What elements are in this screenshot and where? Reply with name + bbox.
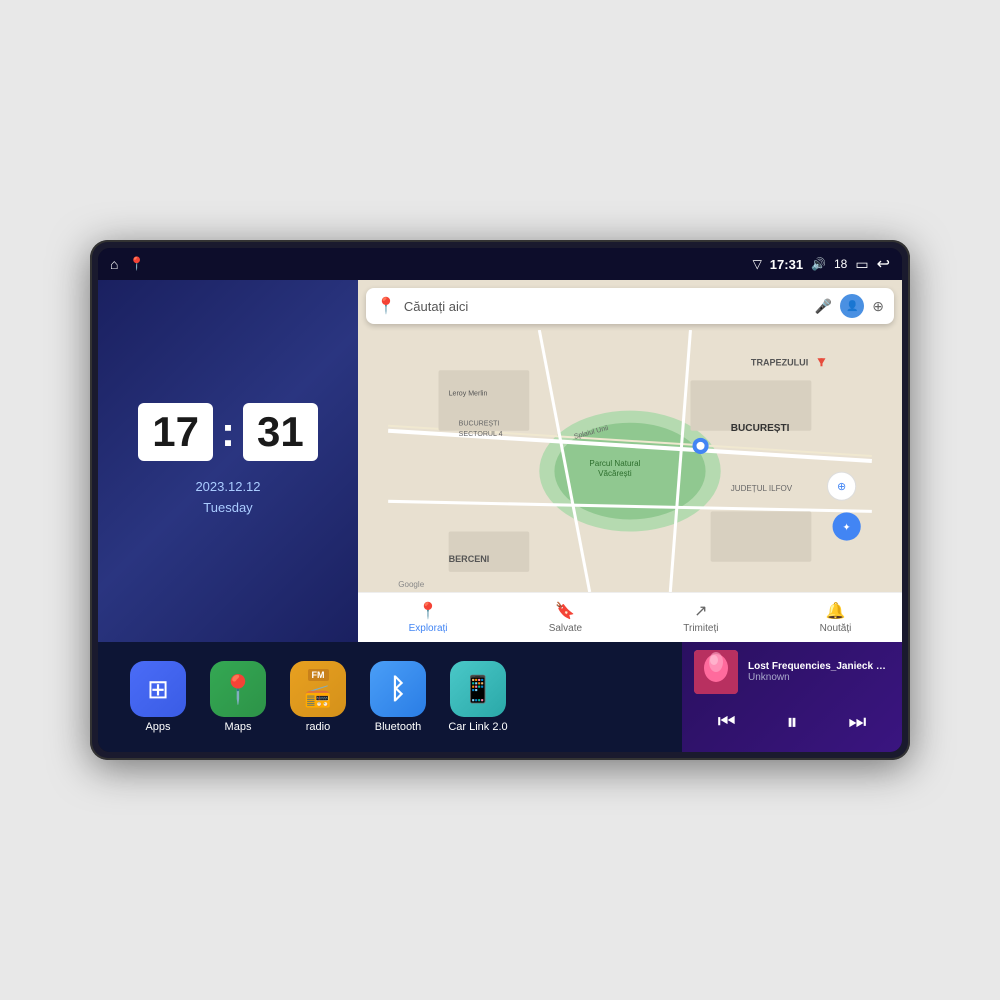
main-content: 17 : 31 2023.12.12 Tuesday 📍 Căutați aic… (98, 280, 902, 752)
map-tab-explore[interactable]: 📍 Explorați (409, 601, 448, 634)
svg-text:JUDEȚUL ILFOV: JUDEȚUL ILFOV (731, 484, 793, 493)
svg-text:Văcărești: Văcărești (598, 469, 632, 478)
back-icon[interactable]: ↩ (877, 254, 890, 274)
map-tab-share[interactable]: ↗ Trimiteți (683, 601, 718, 634)
battery-icon: ▭ (855, 256, 868, 273)
map-search-bar[interactable]: 📍 Căutați aici 🎤 👤 ⊕ (366, 288, 894, 324)
next-icon: ⏭ (848, 711, 866, 734)
next-button[interactable]: ⏭ (839, 704, 875, 740)
map-mic-icon[interactable]: 🎤 (815, 298, 832, 315)
map-background: Parcul Natural Văcărești (358, 330, 902, 592)
music-details: Lost Frequencies_Janieck Devy-... Unknow… (748, 661, 890, 683)
apps-icon: ⊞ (147, 674, 169, 705)
map-search-text[interactable]: Căutați aici (404, 299, 807, 314)
date-text: 2023.12.12 (195, 477, 260, 498)
share-icon: ↗ (694, 601, 707, 621)
app-bluetooth[interactable]: ᛒ Bluetooth (358, 661, 438, 733)
svg-text:⊕: ⊕ (837, 481, 846, 493)
maps-icon: 📍 (221, 673, 256, 706)
clock-colon: : (221, 408, 235, 456)
status-bar: ⌂ 📍 ▽ 17:31 🔊 18 ▭ ↩ (98, 248, 902, 280)
clock-minute: 31 (243, 403, 318, 461)
time-display: 17:31 (770, 257, 803, 272)
play-pause-button[interactable]: ⏸ (774, 704, 810, 740)
apps-icon-bg: ⊞ (130, 661, 186, 717)
clock-hour: 17 (138, 403, 213, 461)
news-label: Noutăți (820, 623, 852, 634)
maps-label: Maps (225, 721, 252, 733)
music-title: Lost Frequencies_Janieck Devy-... (748, 661, 890, 672)
carlink-icon-bg: 📱 (450, 661, 506, 717)
saved-label: Salvate (549, 623, 582, 634)
signal-icon: ▽ (753, 257, 762, 271)
svg-text:Google: Google (398, 580, 424, 589)
apps-section: ⊞ Apps 📍 Maps FM 📻 (98, 642, 682, 752)
device-screen: ⌂ 📍 ▽ 17:31 🔊 18 ▭ ↩ 17 : (98, 248, 902, 752)
map-pin-icon: 📍 (376, 296, 396, 316)
map-avatar[interactable]: 👤 (840, 294, 864, 318)
svg-text:BERCENI: BERCENI (449, 554, 490, 564)
radio-fm-label: FM (308, 669, 329, 681)
app-apps[interactable]: ⊞ Apps (118, 661, 198, 733)
day-text: Tuesday (195, 498, 260, 519)
car-headunit-device: ⌂ 📍 ▽ 17:31 🔊 18 ▭ ↩ 17 : (90, 240, 910, 760)
volume-icon: 🔊 (811, 257, 826, 271)
music-artist: Unknown (748, 672, 890, 683)
radio-icon-bg: FM 📻 (290, 661, 346, 717)
svg-text:Parcul Natural: Parcul Natural (589, 459, 640, 468)
prev-button[interactable]: ⏮ (709, 704, 745, 740)
bottom-section: ⊞ Apps 📍 Maps FM 📻 (98, 642, 902, 752)
clock-display: 17 : 31 (138, 403, 317, 461)
prev-icon: ⏮ (718, 711, 736, 734)
radio-icon: 📻 (304, 683, 331, 709)
svg-text:SECTORUL 4: SECTORUL 4 (459, 431, 503, 438)
bluetooth-icon: ᛒ (390, 673, 407, 705)
app-radio[interactable]: FM 📻 radio (278, 661, 358, 733)
carlink-label: Car Link 2.0 (448, 721, 507, 733)
maps-shortcut-icon[interactable]: 📍 (128, 256, 144, 272)
carlink-icon: 📱 (462, 674, 494, 705)
bluetooth-label: Bluetooth (375, 721, 421, 733)
svg-text:BUCUREȘTI: BUCUREȘTI (731, 423, 790, 434)
app-carlink[interactable]: 📱 Car Link 2.0 (438, 661, 518, 733)
news-icon: 🔔 (826, 601, 846, 621)
clock-widget: 17 : 31 2023.12.12 Tuesday (98, 280, 358, 642)
explore-label: Explorați (409, 623, 448, 634)
explore-icon: 📍 (418, 601, 438, 621)
apps-label: Apps (145, 721, 170, 733)
status-left: ⌂ 📍 (110, 256, 145, 272)
map-tab-saved[interactable]: 🔖 Salvate (549, 601, 582, 634)
volume-level: 18 (834, 257, 847, 271)
map-widget[interactable]: 📍 Căutați aici 🎤 👤 ⊕ (358, 280, 902, 642)
map-layers-icon[interactable]: ⊕ (872, 298, 884, 315)
map-bottom-tabs: 📍 Explorați 🔖 Salvate ↗ Trimiteți 🔔 (358, 592, 902, 642)
app-maps[interactable]: 📍 Maps (198, 661, 278, 733)
top-section: 17 : 31 2023.12.12 Tuesday 📍 Căutați aic… (98, 280, 902, 642)
svg-text:Leroy Merlin: Leroy Merlin (449, 391, 488, 398)
music-info: Lost Frequencies_Janieck Devy-... Unknow… (694, 650, 890, 694)
maps-icon-bg: 📍 (210, 661, 266, 717)
play-icon: ⏸ (786, 709, 797, 735)
home-icon[interactable]: ⌂ (110, 256, 118, 272)
radio-label: radio (306, 721, 330, 733)
svg-text:TRAPEZULUI: TRAPEZULUI (751, 357, 808, 367)
status-right: ▽ 17:31 🔊 18 ▭ ↩ (753, 254, 890, 274)
svg-text:✦: ✦ (842, 523, 850, 534)
share-label: Trimiteți (683, 623, 718, 634)
music-art (694, 650, 738, 694)
music-controls: ⏮ ⏸ ⏭ (694, 704, 890, 740)
music-player: Lost Frequencies_Janieck Devy-... Unknow… (682, 642, 902, 752)
map-tab-news[interactable]: 🔔 Noutăți (820, 601, 852, 634)
saved-icon: 🔖 (555, 601, 575, 621)
date-display: 2023.12.12 Tuesday (195, 477, 260, 519)
bluetooth-icon-bg: ᛒ (370, 661, 426, 717)
svg-text:BUCUREȘTI: BUCUREȘTI (459, 421, 500, 428)
